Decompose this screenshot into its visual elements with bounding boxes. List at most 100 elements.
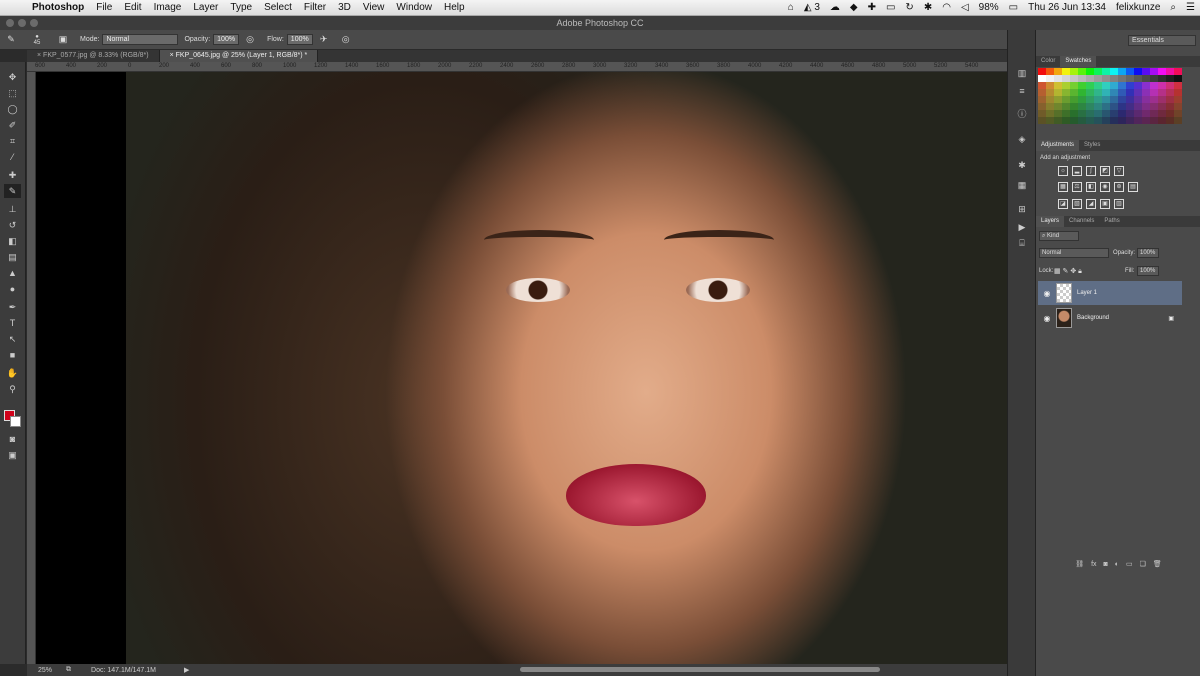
layer-filter-kind[interactable]: ⌕ Kind <box>1039 231 1079 241</box>
actions-panel-icon[interactable]: ▶ <box>1015 220 1029 234</box>
swatch[interactable] <box>1166 96 1174 103</box>
zoom-window-button[interactable] <box>30 19 38 27</box>
tab-color[interactable]: Color <box>1036 56 1060 67</box>
brush-presets-icon[interactable]: ▦ <box>1015 178 1029 192</box>
brush-preset-picker[interactable]: ● 45 <box>26 33 48 47</box>
tab-adjustments[interactable]: Adjustments <box>1036 140 1080 151</box>
swatch[interactable] <box>1142 68 1150 75</box>
swatch[interactable] <box>1078 82 1086 89</box>
swatch[interactable] <box>1046 89 1054 96</box>
swatch[interactable] <box>1078 110 1086 117</box>
brush-tool-icon[interactable]: ✎ <box>4 184 21 198</box>
swatch[interactable] <box>1158 96 1166 103</box>
new-adjustment-icon[interactable]: ◐ <box>1115 561 1119 568</box>
history-panel-icon[interactable]: ▥ <box>1015 66 1029 80</box>
swatch[interactable] <box>1062 89 1070 96</box>
bluetooth-icon[interactable]: ✱ <box>924 2 932 13</box>
swatch[interactable] <box>1094 75 1102 82</box>
blur-tool-icon[interactable]: ▲ <box>4 266 21 280</box>
pressure-opacity-icon[interactable]: ◎ <box>243 33 257 47</box>
swatch[interactable] <box>1078 68 1086 75</box>
swatch[interactable] <box>1046 75 1054 82</box>
display-icon[interactable]: ▭ <box>886 2 895 13</box>
layer-style-icon[interactable]: fx <box>1091 561 1096 568</box>
swatch[interactable] <box>1126 89 1134 96</box>
swatch[interactable] <box>1086 103 1094 110</box>
swatch[interactable] <box>1046 117 1054 124</box>
swatch[interactable] <box>1094 96 1102 103</box>
swatch[interactable] <box>1102 75 1110 82</box>
menu-filter[interactable]: Filter <box>304 2 326 13</box>
swatch[interactable] <box>1158 68 1166 75</box>
blend-mode-select[interactable]: Normal <box>1039 248 1109 258</box>
eraser-tool-icon[interactable]: ◧ <box>4 234 21 248</box>
swatch[interactable] <box>1094 82 1102 89</box>
swatch[interactable] <box>1166 117 1174 124</box>
background-color-swatch[interactable] <box>10 416 21 427</box>
swatch[interactable] <box>1126 96 1134 103</box>
brush-panel-icon[interactable]: ✱ <box>1015 158 1029 172</box>
crop-tool-icon[interactable]: ⌗ <box>4 134 21 148</box>
swatch[interactable] <box>1134 89 1142 96</box>
swatch[interactable] <box>1110 75 1118 82</box>
swatch[interactable] <box>1094 110 1102 117</box>
type-tool-icon[interactable]: T <box>4 316 21 330</box>
menu-image[interactable]: Image <box>154 2 182 13</box>
swatch[interactable] <box>1038 117 1046 124</box>
swatch[interactable] <box>1038 103 1046 110</box>
swatch[interactable] <box>1134 82 1142 89</box>
brush-tool-preset-icon[interactable]: ✎ <box>4 33 18 47</box>
swatch[interactable] <box>1174 82 1182 89</box>
menu-file[interactable]: File <box>96 2 112 13</box>
swatch[interactable] <box>1062 75 1070 82</box>
gradient-tool-icon[interactable]: ▤ <box>4 250 21 264</box>
swatch[interactable] <box>1046 110 1054 117</box>
swatch[interactable] <box>1174 89 1182 96</box>
swatch[interactable] <box>1070 89 1078 96</box>
airbrush-icon[interactable]: ✈ <box>317 33 331 47</box>
swatch[interactable] <box>1158 103 1166 110</box>
close-window-button[interactable] <box>6 19 14 27</box>
swatch[interactable] <box>1078 96 1086 103</box>
layer-opacity-field[interactable]: 100% <box>1137 248 1159 258</box>
cloud-icon[interactable]: ☁ <box>830 2 840 13</box>
swatch[interactable] <box>1054 96 1062 103</box>
clone-source-icon[interactable]: ⊞ <box>1015 202 1029 216</box>
zoom-tool-icon[interactable]: ⚲ <box>4 382 21 396</box>
menu-window[interactable]: Window <box>396 2 432 13</box>
selective-color-icon[interactable]: ▣ <box>1100 199 1110 209</box>
swatch[interactable] <box>1142 75 1150 82</box>
swatch[interactable] <box>1078 103 1086 110</box>
invert-icon[interactable]: ◪ <box>1058 199 1068 209</box>
share-icon[interactable]: ⧉ <box>66 666 71 674</box>
swatch[interactable] <box>1134 117 1142 124</box>
swatch[interactable] <box>1110 96 1118 103</box>
hue-sat-icon[interactable]: ▦ <box>1058 182 1068 192</box>
swatch[interactable] <box>1174 103 1182 110</box>
opacity-field[interactable]: 100% <box>213 34 240 45</box>
swatch[interactable] <box>1102 68 1110 75</box>
swatch[interactable] <box>1070 103 1078 110</box>
minimize-window-button[interactable] <box>18 19 26 27</box>
swatch[interactable] <box>1126 82 1134 89</box>
hand-tool-icon[interactable]: ✋ <box>4 366 21 380</box>
swatch[interactable] <box>1134 75 1142 82</box>
quick-mask-icon[interactable]: ◙ <box>4 432 21 446</box>
pressure-size-icon[interactable]: ◎ <box>339 33 353 47</box>
swatch[interactable] <box>1150 103 1158 110</box>
swatch[interactable] <box>1078 75 1086 82</box>
swatch[interactable] <box>1102 117 1110 124</box>
swatch[interactable] <box>1054 89 1062 96</box>
move-tool-icon[interactable]: ✥ <box>4 70 21 84</box>
swatch[interactable] <box>1174 110 1182 117</box>
horizontal-scrollbar[interactable] <box>520 664 880 676</box>
swatch[interactable] <box>1094 103 1102 110</box>
exposure-icon[interactable]: ◩ <box>1100 166 1110 176</box>
3d-panel-icon[interactable]: ◈ <box>1015 132 1029 146</box>
swatch[interactable] <box>1174 68 1182 75</box>
swatch[interactable] <box>1150 75 1158 82</box>
swatch[interactable] <box>1126 68 1134 75</box>
swatch[interactable] <box>1054 82 1062 89</box>
clock[interactable]: Thu 26 Jun 13:34 <box>1028 2 1106 13</box>
mode-select[interactable]: Normal <box>102 34 179 45</box>
